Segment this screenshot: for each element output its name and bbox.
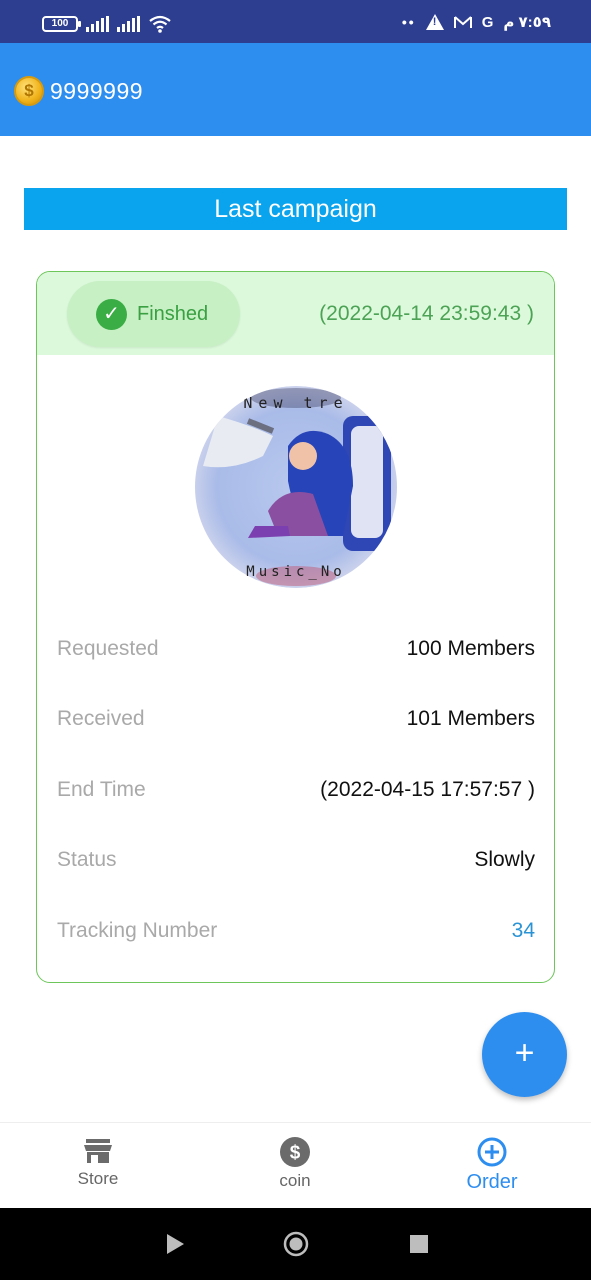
coin-icon: $ [14, 76, 44, 106]
signal-icon [86, 16, 109, 32]
nav-order[interactable]: Order [432, 1137, 552, 1194]
nav-coin-label: coin [279, 1171, 311, 1190]
system-nav-bar [0, 1208, 591, 1280]
wifi-icon [149, 15, 171, 33]
row-tracking-number: Tracking Number 34 [57, 916, 535, 946]
coin-balance[interactable]: $ 9999999 [14, 76, 143, 106]
status-bar-left: 100 [42, 15, 172, 33]
row-label: End Time [57, 778, 146, 801]
store-icon [84, 1139, 112, 1163]
dollar-icon: $ [280, 1137, 310, 1167]
row-value: 100 Members [406, 637, 535, 660]
clock: ٧:٥٩ م [503, 14, 551, 31]
row-value: 101 Members [406, 707, 535, 730]
nav-order-label: Order [466, 1171, 518, 1193]
row-requested: Requested 100 Members [57, 634, 535, 664]
row-value: (2022-04-15 17:57:57 ) [320, 778, 535, 801]
gmail-icon [453, 16, 472, 28]
row-label: Tracking Number [57, 919, 218, 942]
row-end-time: End Time (2022-04-15 17:57:57 ) [57, 775, 535, 805]
row-received: Received 101 Members [57, 704, 535, 734]
nav-store-label: Store [77, 1169, 119, 1188]
battery-icon: 100 [42, 16, 81, 32]
add-circle-icon [477, 1137, 507, 1167]
recents-icon[interactable] [410, 1235, 428, 1253]
section-title: Last campaign [24, 188, 567, 230]
avatar-text-top: New tre [243, 394, 348, 412]
check-circle-icon: ✓ [96, 298, 127, 330]
avatar-text-bottom: Music_No [246, 564, 345, 580]
campaign-card[interactable]: ✓ Finshed (2022-04-14 23:59:43 ) New tre… [36, 271, 555, 983]
tracking-number-link[interactable]: 34 [512, 919, 535, 943]
status-pill: ✓ Finshed [67, 281, 240, 347]
screen: 100 •• G ٧:٥٩ م $ [0, 0, 591, 1280]
status-pill-label: Finshed [137, 302, 209, 325]
add-order-fab[interactable]: + [482, 1012, 567, 1097]
row-label: Requested [57, 637, 159, 660]
bottom-nav: Store $ coin Order [0, 1122, 591, 1208]
status-bar-right: •• G ٧:٥٩ م [401, 13, 551, 32]
back-icon[interactable] [165, 1233, 185, 1255]
status-bar: 100 •• G ٧:٥٩ م [0, 0, 591, 43]
card-header: ✓ Finshed (2022-04-14 23:59:43 ) [37, 272, 554, 355]
nav-store[interactable]: Store [38, 1137, 158, 1189]
coin-amount: 9999999 [50, 77, 144, 104]
google-icon: G [481, 13, 494, 31]
row-label: Status [57, 848, 117, 871]
row-value: Slowly [474, 848, 535, 871]
row-status: Status Slowly [57, 845, 535, 875]
warning-icon [425, 14, 444, 30]
svg-text:$: $ [290, 1143, 301, 1164]
home-icon[interactable] [283, 1231, 309, 1257]
row-label: Received [57, 707, 145, 730]
nav-coin[interactable]: $ coin [235, 1137, 355, 1191]
channel-avatar: New tre Music_No [195, 386, 397, 588]
app-bar: $ 9999999 [0, 43, 591, 136]
created-date: (2022-04-14 23:59:43 ) [319, 302, 534, 325]
signal-icon-2 [117, 16, 140, 32]
notification-dots: •• [401, 14, 416, 30]
